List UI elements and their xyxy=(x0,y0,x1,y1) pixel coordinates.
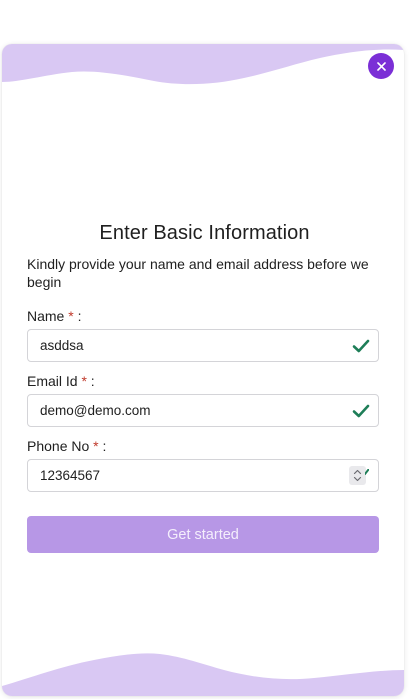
close-icon xyxy=(376,61,386,71)
top-wave-decoration xyxy=(2,44,404,85)
get-started-button[interactable]: Get started xyxy=(27,516,379,553)
name-field[interactable] xyxy=(27,329,379,362)
check-icon xyxy=(365,469,369,475)
label-separator: : xyxy=(73,308,82,324)
name-label-text: Name xyxy=(27,308,65,324)
label-separator: : xyxy=(98,438,107,454)
check-icon xyxy=(352,339,370,353)
page: Enter Basic Information Kindly provide y… xyxy=(0,0,409,699)
phone-input[interactable] xyxy=(40,460,340,491)
name-input[interactable] xyxy=(40,330,340,361)
check-icon xyxy=(352,404,370,418)
phone-label: Phone No * : xyxy=(27,438,106,454)
phone-field[interactable] xyxy=(27,459,379,492)
bottom-wave-decoration xyxy=(2,653,404,696)
phone-label-text: Phone No xyxy=(27,438,90,454)
email-field[interactable] xyxy=(27,394,379,427)
number-spinner-icon[interactable] xyxy=(349,466,366,485)
label-separator: : xyxy=(86,373,95,389)
email-input[interactable] xyxy=(40,395,340,426)
form-title: Enter Basic Information xyxy=(99,222,310,244)
info-dialog xyxy=(2,44,404,696)
email-label-text: Email Id xyxy=(27,373,78,389)
name-label: Name * : xyxy=(27,308,81,324)
email-label: Email Id * : xyxy=(27,373,95,389)
form-subtitle: Kindly provide your name and email addre… xyxy=(27,256,369,290)
close-button[interactable] xyxy=(368,53,394,79)
